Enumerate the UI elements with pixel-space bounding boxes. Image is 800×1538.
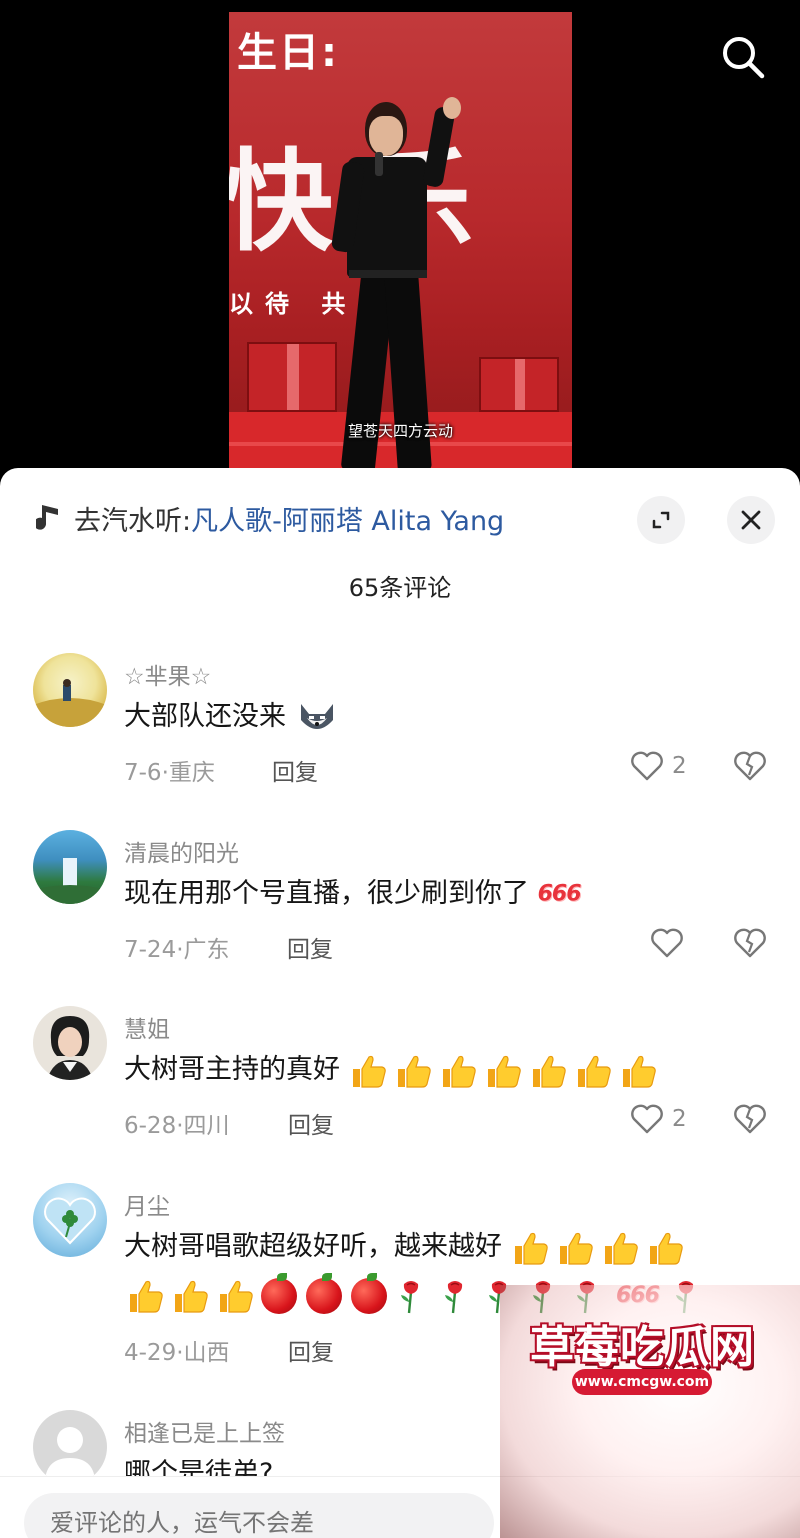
avatar[interactable]	[33, 830, 107, 904]
comment-text: 大树哥唱歌超级好听，越来越好	[124, 1227, 691, 1267]
comment-text-content: 现在用那个号直播，很少刷到你了	[124, 878, 529, 909]
thumbs-up-icon	[577, 1055, 611, 1088]
like-button[interactable]: 2	[630, 751, 687, 781]
comment-text: 大部队还没来	[124, 697, 339, 737]
comment-date: 6-28·	[124, 1113, 184, 1139]
avatar[interactable]	[33, 1183, 107, 1257]
expand-icon	[652, 511, 670, 529]
broken-heart-icon	[734, 751, 766, 781]
broken-heart-icon	[734, 1104, 766, 1134]
gift-box	[247, 342, 337, 412]
search-icon	[723, 37, 765, 79]
comment-author[interactable]: 月尘	[124, 1187, 170, 1221]
rose-emoji-icon	[445, 1280, 463, 1313]
apple-emoji-icon	[261, 1272, 297, 1314]
heart-icon	[651, 928, 683, 958]
music-note-icon	[36, 505, 58, 530]
thumbs-up-icon	[175, 1280, 208, 1313]
music-song-link[interactable]: 凡人歌-阿丽塔 Alita Yang	[191, 499, 504, 538]
music-link-row[interactable]: 去汽水听: 凡人歌-阿丽塔 Alita Yang	[36, 498, 504, 538]
comment-author[interactable]: 相逢已是上上签	[124, 1414, 285, 1448]
video-subtitle: 望苍天四方云动	[347, 422, 453, 440]
comment-meta: 7-24·广东	[124, 930, 230, 964]
thumbs-up-icon	[559, 1232, 593, 1265]
comment-author[interactable]: ☆芈果☆	[124, 657, 211, 691]
comment-meta: 4-29·山西	[124, 1333, 230, 1367]
gift-box	[479, 357, 559, 412]
comment-location: 四川	[183, 1113, 230, 1139]
like-button[interactable]: 2	[630, 1104, 687, 1134]
comment-location: 山西	[183, 1340, 230, 1366]
comment-location: 广东	[183, 937, 230, 963]
like-button[interactable]	[650, 928, 692, 958]
reply-button[interactable]: 回复	[288, 1333, 334, 1367]
video-player[interactable]: 生日: 快乐 以待 共 望苍天四方云动	[0, 0, 800, 480]
comment-location: 重庆	[168, 760, 215, 786]
comment-count: 65条评论	[348, 574, 452, 602]
avatar[interactable]	[33, 1006, 107, 1080]
reply-button[interactable]: 回复	[287, 930, 333, 964]
watermark-title: 草莓吃瓜网	[530, 1322, 755, 1373]
dislike-button[interactable]	[733, 928, 767, 962]
comment-date: 7-24·	[124, 937, 184, 963]
close-icon	[741, 510, 761, 530]
thumbs-up-icon	[649, 1232, 683, 1265]
music-prefix: 去汽水听:	[74, 505, 192, 537]
close-button[interactable]	[727, 496, 775, 544]
thumbs-up-icon	[514, 1232, 548, 1265]
avatar[interactable]	[33, 653, 107, 727]
thumbs-up-icon	[487, 1055, 521, 1088]
apple-emoji-icon	[306, 1272, 342, 1314]
emoji-666: 666	[537, 881, 582, 907]
comment-text-content: 大树哥唱歌超级好听，越来越好	[124, 1231, 502, 1262]
comment-meta: 7-6·重庆	[124, 753, 215, 787]
singer-figure	[329, 97, 489, 470]
watermark: 草莓吃瓜网 www.cmcgw.com	[500, 1285, 800, 1538]
reply-button[interactable]: 回复	[288, 1106, 334, 1140]
thumbs-up-icon	[130, 1280, 163, 1313]
rose-emoji-icon	[401, 1280, 419, 1313]
banner-text-birthday: 生日:	[237, 30, 339, 76]
thumbs-up-icon	[220, 1280, 253, 1313]
thumbs-up-icon	[532, 1055, 566, 1088]
thumbs-up-icon	[397, 1055, 431, 1088]
thumbs-up-icon	[442, 1055, 476, 1088]
heart-icon	[631, 1104, 663, 1134]
comment-text-content: 大部队还没来	[124, 701, 286, 732]
husky-emoji-icon	[300, 703, 333, 729]
dislike-button[interactable]	[733, 751, 767, 785]
reply-button[interactable]: 回复	[272, 753, 318, 787]
comment-author[interactable]: 慧姐	[124, 1010, 170, 1044]
dislike-button[interactable]	[733, 1104, 767, 1138]
heart-icon	[631, 751, 663, 781]
comment-text: 现在用那个号直播，很少刷到你了 666	[124, 874, 582, 915]
video-frame[interactable]: 生日: 快乐 以待 共 望苍天四方云动	[229, 12, 572, 470]
expand-button[interactable]	[637, 496, 685, 544]
thumbs-up-icon	[622, 1055, 656, 1088]
comment-text: 大树哥主持的真好	[124, 1050, 664, 1090]
search-button[interactable]	[720, 34, 766, 80]
like-count: 2	[672, 1106, 687, 1132]
avatar[interactable]	[33, 1410, 107, 1484]
default-avatar-icon	[45, 1427, 95, 1480]
like-count: 2	[672, 753, 687, 779]
comment-date: 4-29·	[124, 1340, 184, 1366]
thumbs-up-icon	[352, 1055, 386, 1088]
comment-input[interactable]	[24, 1493, 494, 1538]
apple-emoji-icon	[351, 1272, 387, 1314]
comment-text-content: 大树哥主持的真好	[124, 1054, 340, 1085]
watermark-url: www.cmcgw.com	[572, 1369, 712, 1395]
comment-meta: 6-28·四川	[124, 1106, 230, 1140]
thumbs-up-icon	[604, 1232, 638, 1265]
broken-heart-icon	[734, 928, 766, 958]
comment-author[interactable]: 清晨的阳光	[124, 834, 239, 868]
comment-date: 7-6·	[124, 760, 169, 786]
